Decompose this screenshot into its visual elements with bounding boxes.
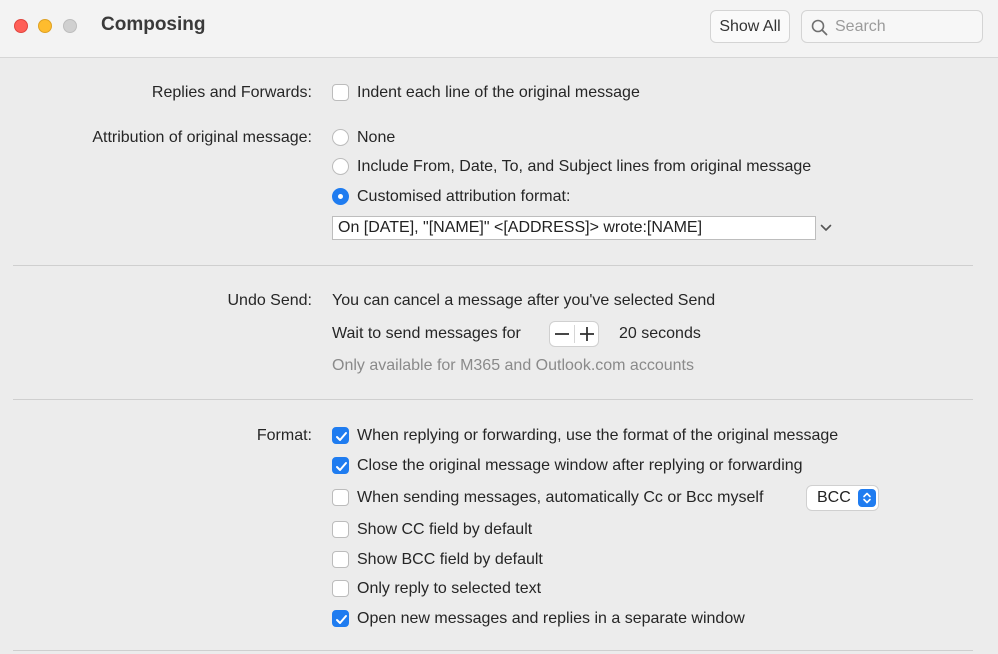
checkmark-icon	[336, 432, 347, 441]
checkmark-icon	[336, 462, 347, 471]
indent-lines-option-label[interactable]: Indent each line of the original message	[357, 84, 640, 102]
wait-to-send-label: Wait to send messages for	[332, 325, 521, 342]
chevron-down-icon[interactable]	[820, 224, 832, 232]
show-bcc-label[interactable]: Show BCC field by default	[357, 551, 543, 569]
close-original-window-checkbox[interactable]	[332, 457, 349, 474]
undo-send-label: Undo Send:	[227, 292, 312, 309]
minimize-window-button[interactable]	[38, 19, 52, 33]
attribution-include-headers-label[interactable]: Include From, Date, To, and Subject line…	[357, 158, 811, 176]
wait-time-stepper[interactable]	[549, 321, 599, 347]
separate-window-checkbox[interactable]	[332, 610, 349, 627]
auto-cc-bcc-label[interactable]: When sending messages, automatically Cc …	[357, 489, 763, 507]
show-all-button[interactable]: Show All	[710, 10, 790, 43]
reply-selected-text-label[interactable]: Only reply to selected text	[357, 580, 541, 598]
search-icon	[811, 19, 828, 36]
auto-cc-bcc-checkbox[interactable]	[332, 489, 349, 506]
close-original-window-label[interactable]: Close the original message window after …	[357, 457, 803, 475]
indent-lines-checkbox[interactable]	[332, 84, 349, 101]
undo-send-description: You can cancel a message after you've se…	[332, 292, 716, 309]
attribution-include-headers-radio[interactable]	[332, 158, 349, 175]
cc-bcc-select[interactable]: BCC	[806, 485, 879, 511]
cc-bcc-select-value: BCC	[817, 489, 851, 506]
plus-icon	[580, 327, 594, 341]
section-divider	[13, 399, 973, 400]
show-cc-checkbox[interactable]	[332, 521, 349, 538]
search-field[interactable]: Search	[801, 10, 983, 43]
show-bcc-checkbox[interactable]	[332, 551, 349, 568]
close-window-button[interactable]	[14, 19, 28, 33]
attribution-custom-radio[interactable]	[332, 188, 349, 205]
section-divider	[13, 265, 973, 266]
checkmark-icon	[336, 615, 347, 624]
attribution-label: Attribution of original message:	[92, 129, 312, 146]
show-cc-label[interactable]: Show CC field by default	[357, 521, 532, 539]
attribution-custom-label[interactable]: Customised attribution format:	[357, 188, 570, 206]
minus-icon	[555, 333, 569, 335]
wait-time-value: 20 seconds	[619, 325, 701, 342]
attribution-format-field[interactable]: On [DATE], "[NAME]" <[ADDRESS]> wrote:[N…	[332, 216, 816, 240]
format-label: Format:	[256, 427, 312, 444]
attribution-none-label[interactable]: None	[357, 129, 395, 147]
search-placeholder: Search	[835, 18, 886, 35]
up-down-arrows-icon	[858, 489, 876, 507]
decrement-button[interactable]	[550, 322, 574, 346]
separate-window-label[interactable]: Open new messages and replies in a separ…	[357, 610, 745, 628]
use-original-format-checkbox[interactable]	[332, 427, 349, 444]
window-title: Composing	[101, 14, 206, 35]
attribution-none-radio[interactable]	[332, 129, 349, 146]
increment-button[interactable]	[575, 322, 599, 346]
replies-forwards-label: Replies and Forwards:	[151, 84, 312, 101]
title-bar: Composing Show All Search	[0, 0, 998, 58]
use-original-format-label[interactable]: When replying or forwarding, use the for…	[357, 427, 838, 445]
reply-selected-text-checkbox[interactable]	[332, 580, 349, 597]
section-divider	[13, 650, 973, 651]
undo-send-note: Only available for M365 and Outlook.com …	[332, 357, 694, 374]
zoom-window-button	[63, 19, 77, 33]
